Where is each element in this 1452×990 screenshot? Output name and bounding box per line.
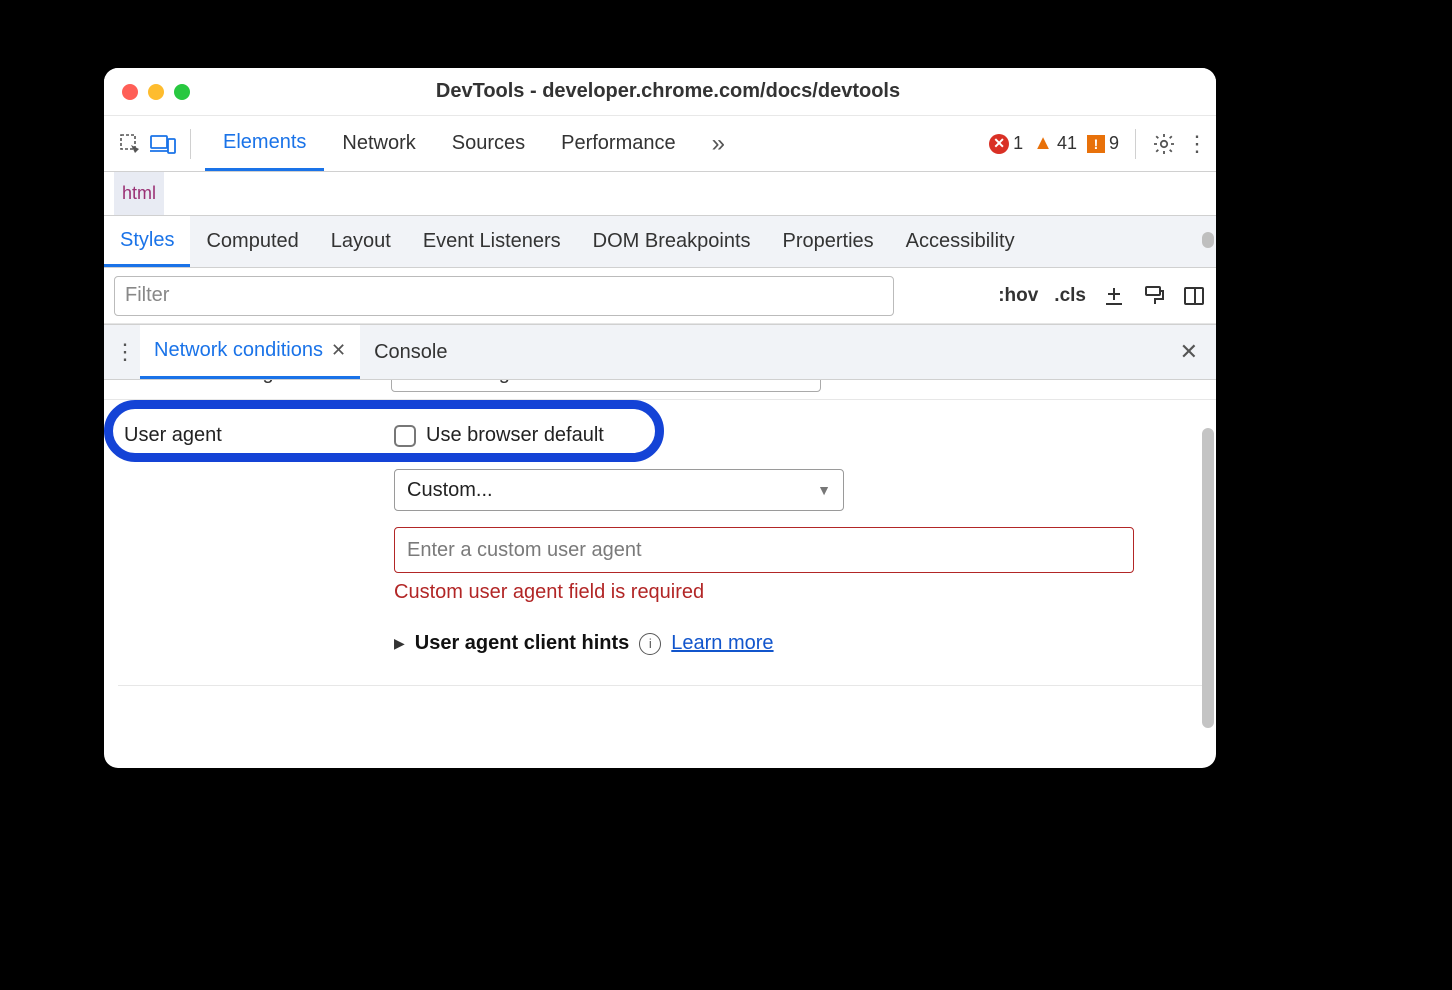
user-agent-error: Custom user agent field is required bbox=[394, 581, 1202, 604]
subtab-layout[interactable]: Layout bbox=[315, 216, 407, 267]
cls-toggle[interactable]: .cls bbox=[1054, 285, 1086, 307]
user-agent-row: User agent Use browser default bbox=[118, 424, 1202, 447]
new-rule-icon[interactable] bbox=[1102, 284, 1126, 308]
client-hints-label: User agent client hints bbox=[415, 632, 630, 655]
paint-icon[interactable] bbox=[1142, 284, 1166, 308]
dom-breadcrumb: html bbox=[104, 172, 1216, 216]
close-window-button[interactable] bbox=[122, 84, 138, 100]
errors-count: 1 bbox=[1013, 133, 1023, 154]
drawer-tab-network-conditions[interactable]: Network conditions ✕ bbox=[140, 325, 360, 379]
chevron-down-icon: ▼ bbox=[817, 482, 831, 498]
select-value: Custom... bbox=[407, 479, 493, 502]
subtab-event-listeners[interactable]: Event Listeners bbox=[407, 216, 577, 267]
inspect-icon[interactable] bbox=[118, 132, 142, 156]
drawer-tab-label: Network conditions bbox=[154, 339, 323, 362]
tab-performance[interactable]: Performance bbox=[543, 116, 694, 171]
custom-user-agent-input[interactable] bbox=[394, 527, 1134, 573]
devtools-window: DevTools - developer.chrome.com/docs/dev… bbox=[104, 68, 1216, 768]
warnings-status[interactable]: ▲ 41 bbox=[1033, 132, 1077, 155]
separator bbox=[190, 129, 191, 159]
close-icon[interactable]: ✕ bbox=[331, 340, 346, 361]
scrollbar-thumb[interactable] bbox=[1202, 232, 1214, 248]
user-agent-label: User agent bbox=[118, 424, 376, 447]
kebab-icon[interactable]: ⋮ bbox=[1186, 131, 1208, 157]
subtab-styles[interactable]: Styles bbox=[104, 216, 190, 267]
subtab-properties[interactable]: Properties bbox=[767, 216, 890, 267]
warnings-count: 41 bbox=[1057, 133, 1077, 154]
titlebar: DevTools - developer.chrome.com/docs/dev… bbox=[104, 68, 1216, 116]
errors-status[interactable]: ✕ 1 bbox=[989, 133, 1023, 154]
issues-icon: ! bbox=[1087, 135, 1105, 153]
scrollbar[interactable] bbox=[1200, 228, 1216, 768]
styles-filter-input[interactable] bbox=[114, 276, 894, 316]
issues-count: 9 bbox=[1109, 133, 1119, 154]
user-agent-section: User agent Use browser default Custom...… bbox=[104, 400, 1216, 706]
zoom-window-button[interactable] bbox=[174, 84, 190, 100]
use-browser-default-checkbox[interactable]: Use browser default bbox=[394, 424, 604, 447]
tab-sources[interactable]: Sources bbox=[434, 116, 543, 171]
drawer-kebab-icon[interactable]: ⋮ bbox=[110, 325, 140, 379]
checkbox-label: Use browser default bbox=[426, 424, 604, 447]
network-throttling-label: Network throttling bbox=[118, 380, 388, 385]
drawer-tab-label: Console bbox=[374, 341, 447, 364]
main-toolbar: Elements Network Sources Performance » ✕… bbox=[104, 116, 1216, 172]
throttling-value: No throttling bbox=[402, 380, 510, 385]
error-icon: ✕ bbox=[989, 134, 1009, 154]
tab-network[interactable]: Network bbox=[324, 116, 433, 171]
tab-elements[interactable]: Elements bbox=[205, 116, 324, 171]
gear-icon[interactable] bbox=[1152, 132, 1176, 156]
disclosure-triangle-icon: ▶ bbox=[394, 635, 405, 652]
drawer-tab-console[interactable]: Console bbox=[360, 325, 461, 379]
separator bbox=[1135, 129, 1136, 159]
issues-status[interactable]: ! 9 bbox=[1087, 133, 1119, 154]
toolbar-status: ✕ 1 ▲ 41 ! 9 ⋮ bbox=[989, 129, 1208, 159]
elements-subtabs: Styles Computed Layout Event Listeners D… bbox=[104, 216, 1216, 268]
subtab-dom-breakpoints[interactable]: DOM Breakpoints bbox=[577, 216, 767, 267]
scrollbar-thumb[interactable] bbox=[1202, 428, 1214, 728]
styles-tools: :hov .cls bbox=[998, 284, 1206, 308]
drawer-tabs: ⋮ Network conditions ✕ Console ✕ bbox=[104, 324, 1216, 380]
info-icon[interactable]: i bbox=[639, 633, 661, 655]
hov-toggle[interactable]: :hov bbox=[998, 285, 1038, 307]
styles-filter-row: :hov .cls bbox=[104, 268, 1216, 324]
separator bbox=[118, 685, 1202, 686]
client-hints-row[interactable]: ▶ User agent client hints i Learn more bbox=[394, 632, 1202, 655]
throttling-select[interactable]: No throttling bbox=[391, 380, 821, 392]
breadcrumb-html[interactable]: html bbox=[114, 172, 164, 215]
warning-icon: ▲ bbox=[1033, 132, 1053, 155]
device-toolbar-icon[interactable] bbox=[150, 133, 176, 155]
network-throttling-row: Network throttling No throttling bbox=[104, 380, 1216, 400]
traffic-lights bbox=[122, 84, 190, 100]
minimize-window-button[interactable] bbox=[148, 84, 164, 100]
subtab-computed[interactable]: Computed bbox=[190, 216, 314, 267]
subtab-accessibility[interactable]: Accessibility bbox=[890, 216, 1031, 267]
main-tabs: Elements Network Sources Performance » bbox=[205, 116, 743, 171]
checkbox-icon bbox=[394, 425, 416, 447]
user-agent-select[interactable]: Custom... ▼ bbox=[394, 469, 844, 511]
tabs-overflow-button[interactable]: » bbox=[694, 116, 743, 171]
window-title: DevTools - developer.chrome.com/docs/dev… bbox=[190, 80, 1216, 103]
learn-more-link[interactable]: Learn more bbox=[671, 632, 773, 655]
